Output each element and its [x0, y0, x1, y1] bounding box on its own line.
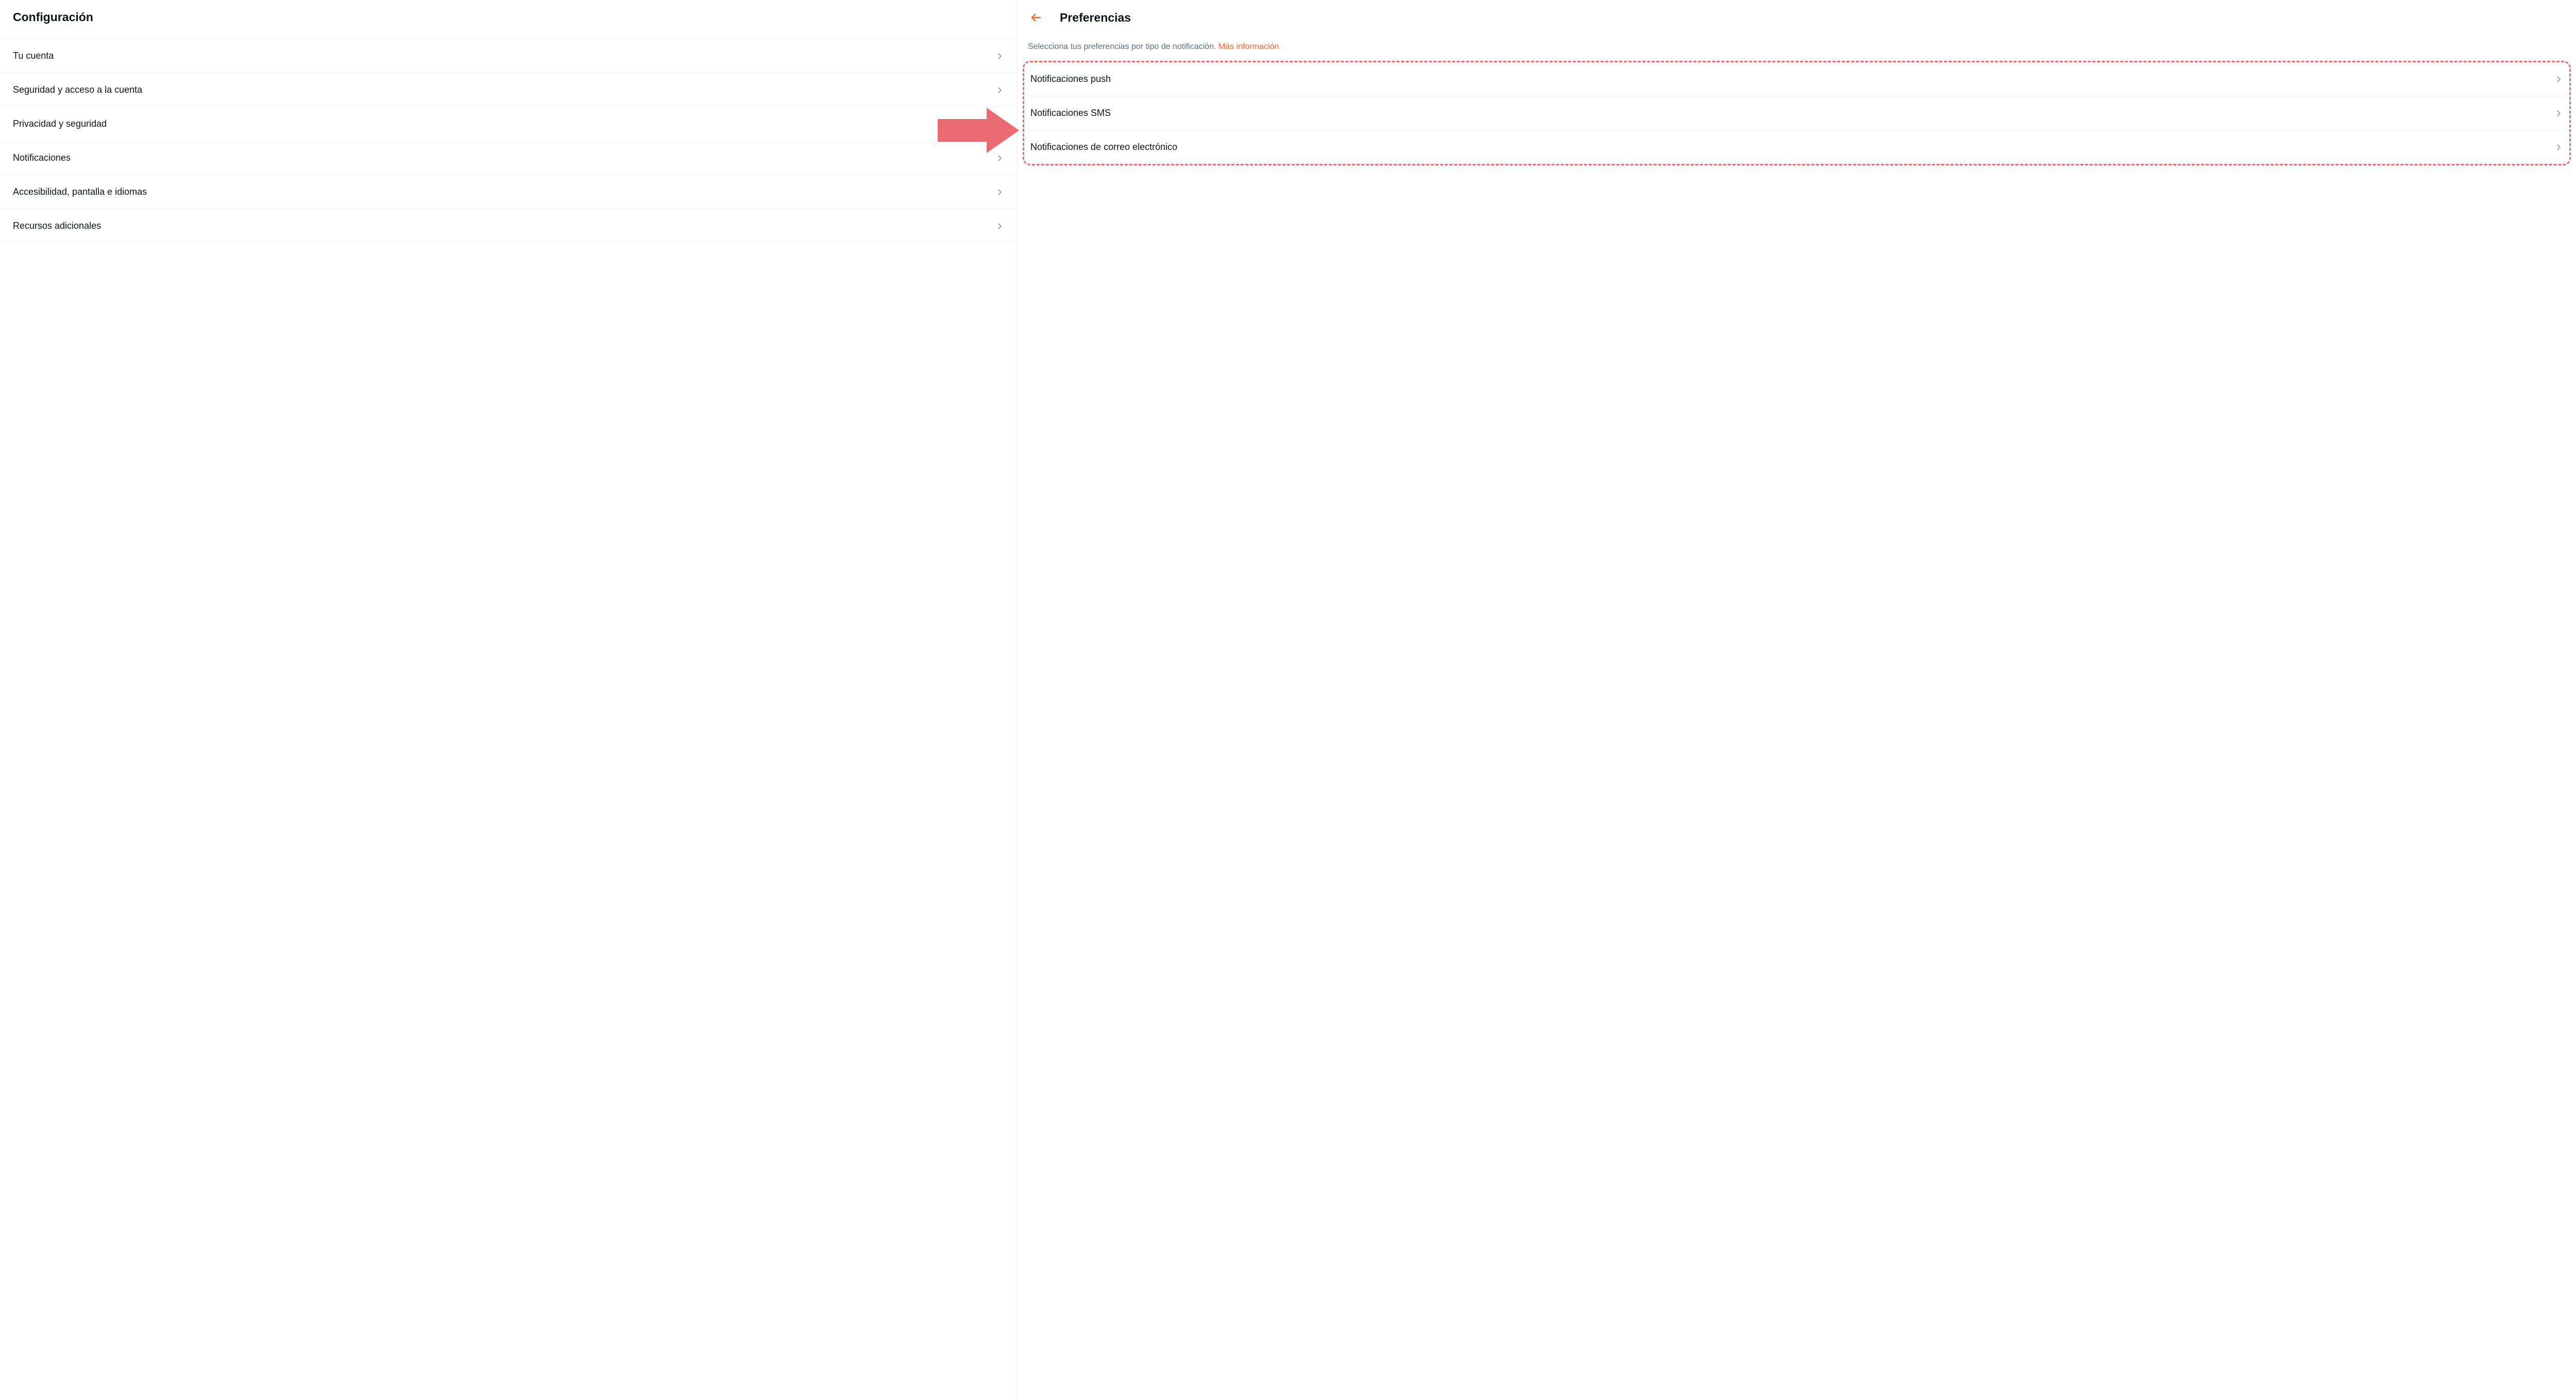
sidebar-item-accessibility[interactable]: Accesibilidad, pantalla e idiomas	[0, 175, 1017, 209]
sidebar-item-label: Seguridad y acceso a la cuenta	[13, 85, 142, 95]
chevron-right-icon	[995, 188, 1004, 197]
chevron-right-icon	[2554, 143, 2563, 152]
sidebar-item-label: Recursos adicionales	[13, 221, 101, 231]
preferences-title: Preferencias	[1060, 11, 1131, 25]
chevron-right-icon	[995, 154, 1004, 163]
sidebar-item-label: Privacidad y seguridad	[13, 119, 107, 129]
sidebar-item-label: Accesibilidad, pantalla e idiomas	[13, 187, 147, 197]
chevron-right-icon	[2554, 109, 2563, 118]
sidebar-title: Configuración	[0, 0, 1017, 39]
sidebar-item-label: Tu cuenta	[13, 50, 54, 61]
pref-item-email[interactable]: Notificaciones de correo electrónico	[1024, 130, 2569, 164]
pref-item-push[interactable]: Notificaciones push	[1024, 62, 2569, 96]
sidebar-item-notifications[interactable]: Notificaciones	[0, 141, 1017, 175]
sidebar-item-privacy[interactable]: Privacidad y seguridad	[0, 107, 1017, 141]
back-arrow-icon[interactable]	[1028, 9, 1044, 26]
sidebar-item-security[interactable]: Seguridad y acceso a la cuenta	[0, 73, 1017, 107]
description-text: Selecciona tus preferencias por tipo de …	[1028, 42, 1218, 51]
preferences-panel: Preferencias Selecciona tus preferencias…	[1018, 0, 2576, 1398]
chevron-right-icon	[995, 52, 1004, 61]
sidebar-item-account[interactable]: Tu cuenta	[0, 39, 1017, 73]
annotation-highlight-box: Notificaciones push Notificaciones SMS N…	[1023, 61, 2571, 165]
chevron-right-icon	[995, 86, 1004, 95]
pref-item-label: Notificaciones SMS	[1030, 108, 1111, 119]
chevron-right-icon	[2554, 75, 2563, 84]
pref-item-label: Notificaciones push	[1030, 74, 1111, 85]
preferences-header: Preferencias	[1018, 0, 2576, 39]
chevron-right-icon	[995, 222, 1004, 231]
pref-item-label: Notificaciones de correo electrónico	[1030, 142, 1177, 153]
sidebar-item-resources[interactable]: Recursos adicionales	[0, 209, 1017, 243]
more-info-link[interactable]: Más información	[1218, 42, 1279, 51]
settings-layout: Configuración Tu cuenta Seguridad y acce…	[0, 0, 2576, 1398]
settings-sidebar: Configuración Tu cuenta Seguridad y acce…	[0, 0, 1018, 1398]
pref-item-sms[interactable]: Notificaciones SMS	[1024, 96, 2569, 130]
chevron-right-icon	[995, 120, 1004, 129]
sidebar-item-label: Notificaciones	[13, 153, 71, 163]
preferences-description: Selecciona tus preferencias por tipo de …	[1018, 39, 2576, 61]
